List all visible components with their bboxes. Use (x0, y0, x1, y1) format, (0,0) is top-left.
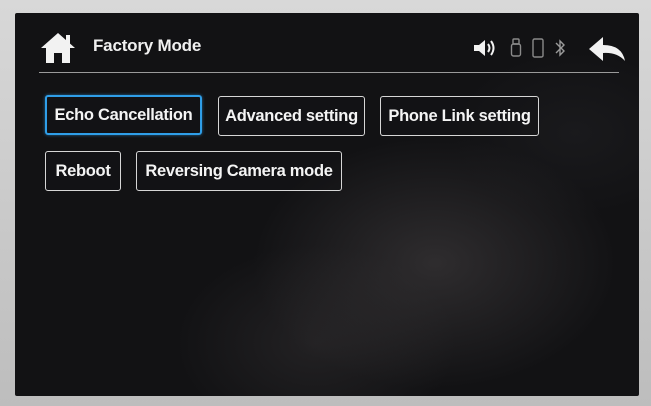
reboot-label: Reboot (55, 161, 111, 180)
phone-icon (532, 38, 544, 58)
reboot-button[interactable]: Reboot (45, 151, 121, 191)
phone-link-setting-button[interactable]: Phone Link setting (380, 96, 539, 136)
home-icon (41, 33, 75, 63)
back-arrow-icon (589, 37, 625, 61)
echo-cancellation-label: Echo Cancellation (54, 105, 193, 124)
back-button[interactable] (587, 35, 627, 65)
advanced-setting-label: Advanced setting (225, 106, 358, 125)
device-bezel: Factory Mode Echo Cancellation Advanced … (0, 0, 651, 406)
advanced-setting-button[interactable]: Advanced setting (218, 96, 365, 136)
reversing-camera-mode-button[interactable]: Reversing Camera mode (136, 151, 342, 191)
head-unit-screen: Factory Mode Echo Cancellation Advanced … (15, 13, 639, 396)
bluetooth-icon (554, 38, 566, 58)
status-icons (472, 37, 566, 59)
header-bar: Factory Mode (15, 13, 639, 75)
header-divider (39, 72, 619, 73)
volume-icon (472, 38, 498, 58)
page-title: Factory Mode (93, 36, 202, 55)
reversing-camera-mode-label: Reversing Camera mode (145, 161, 333, 180)
echo-cancellation-button[interactable]: Echo Cancellation (45, 95, 202, 135)
usb-icon (510, 38, 522, 58)
home-button[interactable] (39, 31, 77, 65)
phone-link-setting-label: Phone Link setting (388, 106, 531, 125)
